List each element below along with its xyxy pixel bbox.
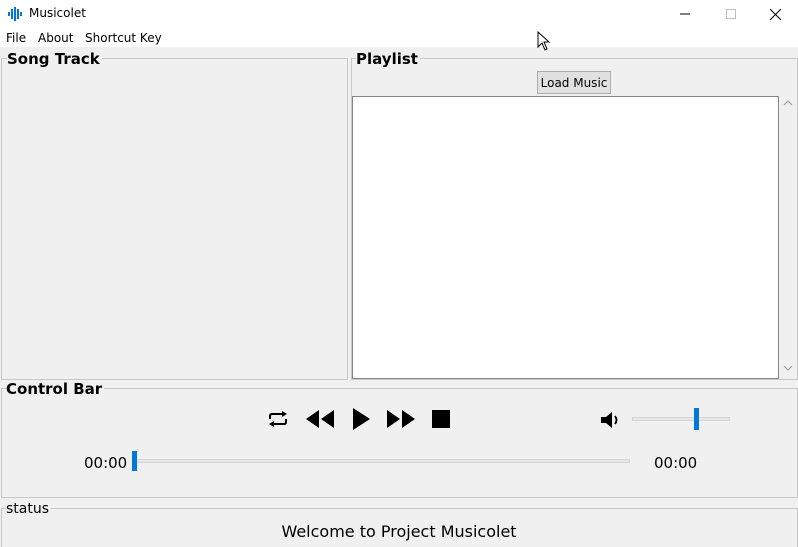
window-title: Musicolet (29, 6, 86, 20)
seek-slider[interactable] (132, 459, 630, 463)
minimize-icon (680, 13, 690, 15)
rewind-icon (306, 410, 334, 428)
sound-wave-icon (8, 7, 22, 21)
menu-file[interactable]: File (6, 31, 26, 45)
close-button[interactable] (752, 0, 798, 28)
status-message: Welcome to Project Musicolet (281, 522, 517, 541)
maximize-icon (726, 9, 736, 19)
close-icon (769, 8, 781, 20)
current-time: 00:00 (84, 454, 128, 472)
repeat-icon (269, 411, 287, 427)
scroll-down-arrow-icon[interactable] (783, 364, 793, 372)
maximize-button[interactable] (708, 0, 754, 28)
menu-about[interactable]: About (38, 31, 73, 45)
playlist-label: Playlist (356, 50, 420, 68)
fast-forward-icon (387, 410, 415, 428)
rewind-button[interactable] (304, 407, 336, 431)
total-time: 00:00 (654, 454, 698, 472)
volume-slider-thumb[interactable] (694, 408, 700, 430)
fast-forward-button[interactable] (385, 407, 417, 431)
minimize-button[interactable] (662, 0, 708, 28)
song-track-label: Song Track (7, 50, 102, 68)
menu-shortcut-key[interactable]: Shortcut Key (85, 31, 162, 45)
menu-bar: File About Shortcut Key (0, 28, 798, 47)
playlist-listbox[interactable] (352, 96, 779, 379)
play-icon (353, 408, 370, 430)
stop-icon (432, 410, 450, 428)
volume-icon[interactable] (600, 410, 622, 430)
seek-slider-thumb[interactable] (132, 451, 137, 471)
status-label: status (6, 501, 52, 517)
control-bar-label: Control Bar (6, 380, 105, 398)
scroll-up-arrow-icon[interactable] (783, 99, 793, 107)
mouse-cursor-icon (537, 31, 551, 51)
song-track-frame (1, 58, 348, 380)
play-button[interactable] (349, 405, 373, 433)
repeat-button[interactable] (266, 407, 290, 431)
control-bar-frame (1, 388, 798, 498)
load-music-button[interactable]: Load Music (537, 71, 611, 94)
title-bar[interactable]: Musicolet (0, 0, 798, 28)
stop-button[interactable] (429, 407, 453, 431)
volume-slider[interactable] (632, 417, 730, 421)
playlist-scrollbar[interactable] (779, 96, 797, 379)
